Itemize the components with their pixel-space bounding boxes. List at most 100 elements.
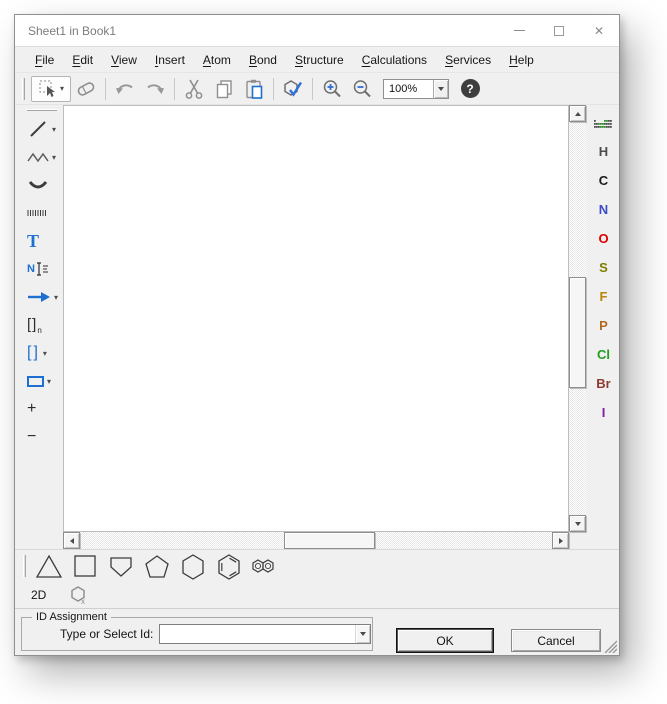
triangle-left-icon (70, 538, 74, 544)
hatch-tool[interactable] (19, 199, 65, 227)
template-cyclopentane-inverted[interactable] (104, 551, 138, 581)
element-f-button[interactable]: F (590, 282, 617, 311)
chevron-down-icon[interactable]: ▾ (52, 153, 56, 162)
element-cl-button[interactable]: Cl (590, 340, 617, 369)
zoom-out-icon (351, 78, 373, 100)
menu-item-atom[interactable]: Atom (194, 49, 240, 71)
eraser-button[interactable] (71, 76, 101, 102)
element-o-button[interactable]: O (590, 224, 617, 253)
element-h-button[interactable]: H (590, 137, 617, 166)
menu-item-help[interactable]: Help (500, 49, 543, 71)
element-s-button[interactable]: S (590, 253, 617, 282)
selection-tool-button[interactable]: ▾ (31, 76, 71, 102)
close-button[interactable]: ✕ (579, 15, 619, 46)
zoom-out-button[interactable] (347, 76, 377, 102)
template-naphthalene[interactable] (248, 551, 282, 581)
scroll-down-button[interactable] (569, 515, 586, 532)
vertical-scrollbar-thumb[interactable] (569, 277, 586, 388)
scroll-left-button[interactable] (63, 532, 80, 549)
element-c-button[interactable]: C (590, 166, 617, 195)
minimize-button[interactable] (499, 15, 539, 46)
drawing-canvas[interactable] (63, 105, 569, 532)
element-n-button[interactable]: N (590, 195, 617, 224)
ok-button[interactable]: OK (397, 629, 493, 652)
square-ring-icon (70, 552, 100, 580)
bracket-tool[interactable]: [] ▾ (19, 339, 65, 367)
triangle-down-icon (575, 522, 581, 526)
id-combo[interactable] (159, 624, 371, 644)
check-structure-button[interactable] (278, 76, 308, 102)
template-benzene[interactable] (212, 551, 246, 581)
cancel-button[interactable]: Cancel (511, 629, 601, 652)
horizontal-scrollbar-thumb[interactable] (284, 532, 375, 549)
periodic-table-button[interactable] (594, 111, 613, 137)
copy-button[interactable] (209, 76, 239, 102)
paste-icon (243, 78, 265, 100)
arc-tool[interactable] (19, 171, 65, 199)
chevron-down-icon[interactable]: ▾ (54, 293, 58, 302)
scroll-right-button[interactable] (552, 532, 569, 549)
palette-grip[interactable] (27, 109, 57, 111)
copy-icon (214, 78, 234, 100)
text-tool-icon: T (27, 232, 39, 250)
element-p-button[interactable]: P (590, 311, 617, 340)
element-br-button[interactable]: Br (590, 369, 617, 398)
zoom-in-button[interactable] (317, 76, 347, 102)
resize-grip[interactable] (603, 639, 617, 653)
template-cyclopropane[interactable] (32, 551, 66, 581)
zoom-level-value: 100% (384, 83, 433, 95)
redo-button[interactable] (140, 76, 170, 102)
clean-structure-button[interactable]: x (68, 585, 88, 605)
menu-item-bond[interactable]: Bond (240, 49, 286, 71)
horizontal-scrollbar[interactable] (63, 532, 569, 549)
menu-item-services[interactable]: Services (436, 49, 500, 71)
mode-2d-label[interactable]: 2D (31, 588, 46, 602)
svg-text:x: x (81, 597, 85, 605)
bracket-n-tool[interactable]: []n (19, 311, 65, 339)
main-toolbar: ▾ (15, 73, 619, 105)
id-combo-input[interactable] (160, 626, 355, 642)
minus-charge-tool[interactable]: − (19, 423, 65, 451)
chain-tool[interactable]: ▾ (19, 143, 65, 171)
menu-item-file[interactable]: File (26, 49, 63, 71)
template-cyclohexane[interactable] (176, 551, 210, 581)
chevron-down-icon[interactable]: ▾ (52, 125, 56, 134)
menu-item-insert[interactable]: Insert (146, 49, 194, 71)
vertical-scrollbar[interactable] (569, 105, 586, 532)
menu-item-edit[interactable]: Edit (63, 49, 102, 71)
bond-tool[interactable]: ▾ (19, 115, 65, 143)
cut-button[interactable] (179, 76, 209, 102)
toolbar-separator (273, 78, 274, 100)
maximize-icon (554, 26, 564, 36)
chevron-down-icon[interactable]: ▾ (47, 377, 51, 386)
menu-item-calculations[interactable]: Calculations (353, 49, 436, 71)
eraser-icon (75, 79, 97, 99)
plus-charge-tool[interactable]: + (19, 395, 65, 423)
toolbar-grip[interactable] (22, 78, 25, 100)
chevron-down-icon (438, 87, 444, 91)
help-button[interactable]: ? (455, 76, 485, 102)
element-i-button[interactable]: I (590, 398, 617, 427)
zoom-level-combo[interactable]: 100% (383, 79, 449, 99)
undo-button[interactable] (110, 76, 140, 102)
hatch-icon (27, 209, 47, 217)
rectangle-icon (27, 376, 44, 387)
menu-item-view[interactable]: View (102, 49, 146, 71)
text-tool[interactable]: T (19, 227, 65, 255)
cut-icon (184, 78, 204, 100)
rectangle-tool[interactable]: ▾ (19, 367, 65, 395)
arrow-tool[interactable]: ▾ (19, 283, 65, 311)
template-cyclopentane[interactable] (140, 551, 174, 581)
maximize-button[interactable] (539, 15, 579, 46)
toolbar-grip[interactable] (23, 555, 26, 577)
id-combo-dropdown-button[interactable] (355, 625, 370, 643)
menu-item-structure[interactable]: Structure (286, 49, 353, 71)
zoom-combo-dropdown-button[interactable] (433, 80, 448, 98)
template-cyclobutane[interactable] (68, 551, 102, 581)
pentagon-down-ring-icon (106, 552, 136, 580)
paste-button[interactable] (239, 76, 269, 102)
chevron-down-icon[interactable]: ▾ (43, 349, 47, 358)
chevron-down-icon[interactable]: ▾ (60, 84, 64, 93)
scroll-up-button[interactable] (569, 105, 586, 122)
atom-label-tool[interactable]: N (19, 255, 65, 283)
